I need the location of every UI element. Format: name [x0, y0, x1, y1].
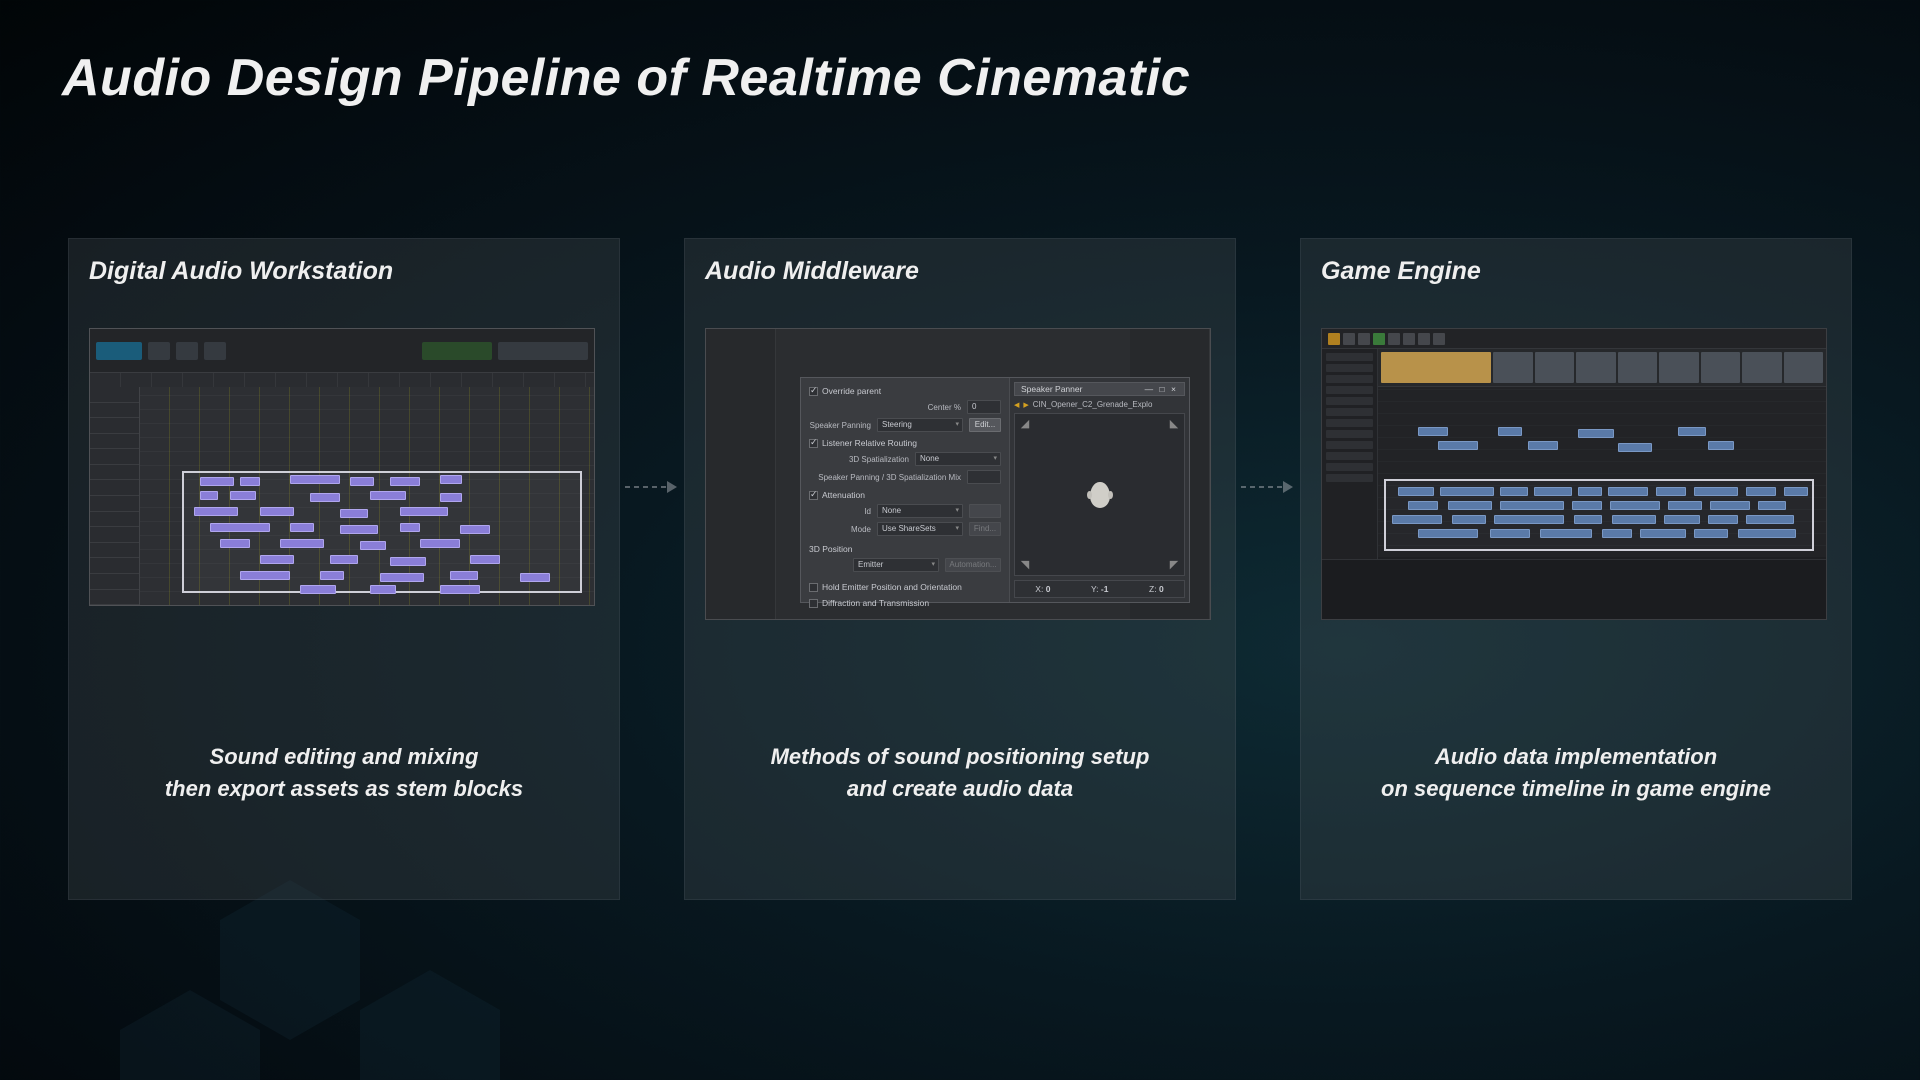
- panner-titlebar: Speaker Panner — □ ×: [1014, 382, 1185, 396]
- engine-toolbar-icon: [1418, 333, 1430, 345]
- card-title: Game Engine: [1321, 257, 1831, 286]
- pipeline-cards-row: Digital Audio Workstation: [68, 238, 1852, 900]
- daw-toolbar-chip: [96, 342, 142, 360]
- engine-toolbar-icon: [1403, 333, 1415, 345]
- daw-screenshot: [89, 328, 595, 606]
- arrow-icon: [620, 156, 684, 818]
- middleware-side-panel: [706, 329, 776, 619]
- daw-track-headers: [90, 387, 140, 605]
- arrow-icon: [1236, 156, 1300, 818]
- bg-hex-deco: [220, 880, 360, 1040]
- panner-asset-row: ◀ ▶ CIN_Opener_C2_Grenade_Explo: [1014, 400, 1185, 409]
- card-desc: Methods of sound positioning setup and c…: [685, 741, 1235, 805]
- daw-arrange-grid: [140, 387, 594, 605]
- card-title: Digital Audio Workstation: [89, 257, 599, 286]
- label-mode: Mode: [809, 525, 871, 534]
- daw-toolbar-chip: [176, 342, 198, 360]
- label-attenuation-id: Id: [809, 507, 871, 516]
- panner-xyz: X: 0 Y: -1 Z: 0: [1014, 580, 1185, 598]
- speaker-icon: ◢: [1019, 418, 1031, 430]
- speaker-icon: ◣: [1168, 418, 1180, 430]
- label-attenuation: Attenuation: [822, 490, 865, 500]
- label-override-parent: Override parent: [822, 386, 881, 396]
- card-middleware: Audio Middleware Override parent Center …: [684, 238, 1236, 900]
- daw-toolbar: [90, 329, 594, 373]
- speaker-icon: ◥: [1019, 559, 1031, 571]
- panner-title-text: Speaker Panner: [1021, 383, 1082, 395]
- panner-asset-name: CIN_Opener_C2_Grenade_Explo: [1033, 400, 1153, 409]
- speaker-panner: Speaker Panner — □ × ◀ ▶ CIN_Opener_C2_G…: [1009, 378, 1189, 602]
- field-center: 0: [967, 400, 1001, 414]
- daw-tracks: [90, 387, 594, 605]
- label-hold-emitter: Hold Emitter Position and Orientation: [822, 582, 962, 592]
- speaker-icon: ◤: [1168, 559, 1180, 571]
- card-daw: Digital Audio Workstation: [68, 238, 620, 900]
- daw-transport: [498, 342, 588, 360]
- label-diffraction: Diffraction and Transmission: [822, 598, 929, 608]
- engine-toolbar-icon: [1328, 333, 1340, 345]
- listener-head-icon: [1090, 482, 1110, 508]
- select-mode: Use ShareSets: [877, 522, 963, 536]
- checkbox-icon: [809, 599, 818, 608]
- engine-toolbar-icon: [1358, 333, 1370, 345]
- panner-surface: ◢ ◣ ◥ ◤: [1014, 413, 1185, 576]
- select-spatialization: None: [915, 452, 1001, 466]
- checkbox-icon: [809, 491, 818, 500]
- triangle-icon: ◀: [1014, 401, 1019, 409]
- checkbox-icon: [809, 583, 818, 592]
- engine-track-tree: [1322, 349, 1378, 559]
- engine-thumb-track: [1378, 349, 1826, 387]
- engine-screenshot: [1321, 328, 1827, 620]
- find-button: Find...: [969, 522, 1001, 536]
- engine-toolbar: [1322, 329, 1826, 349]
- daw-ruler: [90, 373, 594, 387]
- button-disabled: [969, 504, 1001, 518]
- middleware-dialog: Override parent Center % 0 Speaker Panni…: [800, 377, 1190, 603]
- card-desc: Sound editing and mixing then export ass…: [69, 741, 619, 805]
- card-title: Audio Middleware: [705, 257, 1215, 286]
- middleware-form: Override parent Center % 0 Speaker Panni…: [801, 378, 1009, 602]
- daw-timecode: [422, 342, 492, 360]
- engine-toolbar-icon: [1388, 333, 1400, 345]
- bg-hex-deco: [360, 970, 500, 1080]
- field-spatial-mix: [967, 470, 1001, 484]
- label-center: Center %: [809, 403, 961, 412]
- card-game-engine: Game Engine: [1300, 238, 1852, 900]
- label-spatial-mix: Speaker Panning / 3D Spatialization Mix: [809, 473, 961, 482]
- automation-button: Automation...: [945, 558, 1001, 572]
- label-speaker-panning: Speaker Panning: [809, 421, 871, 430]
- engine-timeline: [1378, 349, 1826, 559]
- edit-button: Edit...: [969, 418, 1001, 432]
- triangle-icon: ▶: [1023, 401, 1028, 409]
- label-spatialization: 3D Spatialization: [809, 455, 909, 464]
- card-desc: Audio data implementation on sequence ti…: [1301, 741, 1851, 805]
- select-attenuation-id: None: [877, 504, 963, 518]
- label-3d-position: 3D Position: [809, 544, 852, 554]
- select-speaker-panning: Steering: [877, 418, 963, 432]
- engine-toolbar-icon: [1433, 333, 1445, 345]
- middleware-screenshot: Override parent Center % 0 Speaker Panni…: [705, 328, 1211, 620]
- engine-toolbar-icon: [1343, 333, 1355, 345]
- engine-bottom-panel: [1322, 559, 1826, 619]
- daw-toolbar-chip: [148, 342, 170, 360]
- window-controls-icon: — □ ×: [1145, 383, 1178, 395]
- engine-toolbar-icon: [1373, 333, 1385, 345]
- checkbox-icon: [809, 439, 818, 448]
- checkbox-icon: [809, 387, 818, 396]
- label-listener-routing: Listener Relative Routing: [822, 438, 917, 448]
- engine-shot-thumb: [1381, 352, 1491, 383]
- page-title: Audio Design Pipeline of Realtime Cinema…: [62, 48, 1190, 108]
- daw-toolbar-chip: [204, 342, 226, 360]
- select-3d-position: Emitter: [853, 558, 939, 572]
- engine-audio-lanes: [1378, 387, 1826, 557]
